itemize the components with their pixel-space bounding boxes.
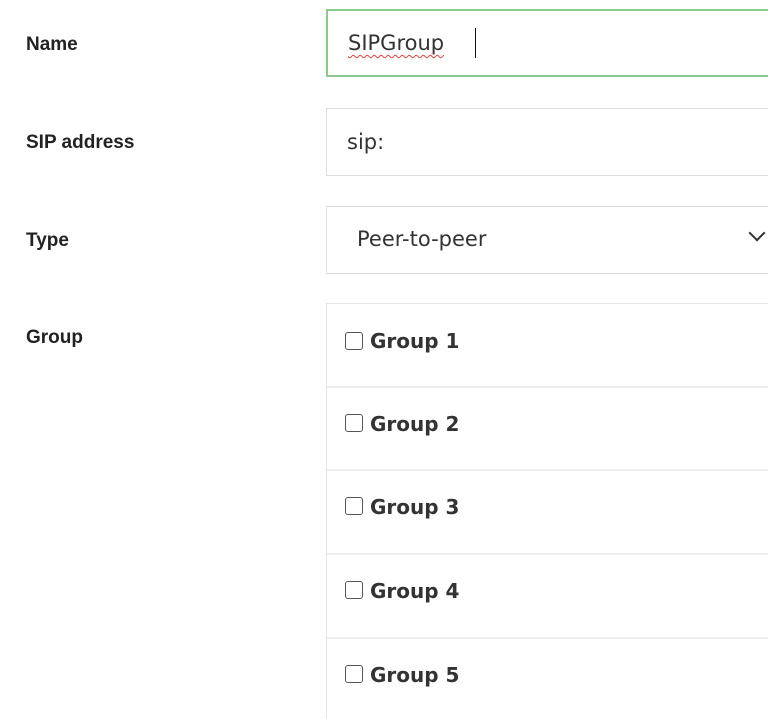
name-label: Name [26,34,78,55]
group-3-checkbox[interactable] [345,497,363,515]
group-5-checkbox[interactable] [345,665,363,683]
group-option-5[interactable]: Group 5 [327,637,768,719]
group-label: Group [26,327,83,348]
chevron-down-icon [748,224,766,242]
type-select[interactable]: Peer-to-peer [326,206,768,274]
group-2-checkbox[interactable] [345,414,363,432]
group-option-label: Group 3 [370,495,460,519]
name-input[interactable]: SIPGroup [326,9,768,77]
sip-group-form: Name SIPGroup SIP address sip: Type Peer… [0,0,768,719]
group-option-2[interactable]: Group 2 [327,386,768,468]
group-checkbox-list: Group 1 Group 2 Group 3 Group 4 Group 5 [326,303,768,719]
sip-address-input[interactable]: sip: [326,108,768,176]
group-option-label: Group 1 [370,329,460,353]
sip-address-value: sip: [347,130,385,154]
group-option-label: Group 2 [370,412,460,436]
group-4-checkbox[interactable] [345,581,363,599]
type-label: Type [26,230,69,251]
sip-address-label: SIP address [26,132,135,153]
group-option-3[interactable]: Group 3 [327,469,768,551]
text-caret [475,28,476,58]
group-option-label: Group 5 [370,663,460,687]
group-option-1[interactable]: Group 1 [327,304,768,386]
group-option-label: Group 4 [370,579,460,603]
group-option-4[interactable]: Group 4 [327,553,768,635]
name-input-value: SIPGroup [348,31,445,55]
type-select-value: Peer-to-peer [357,227,487,251]
group-1-checkbox[interactable] [345,332,363,350]
